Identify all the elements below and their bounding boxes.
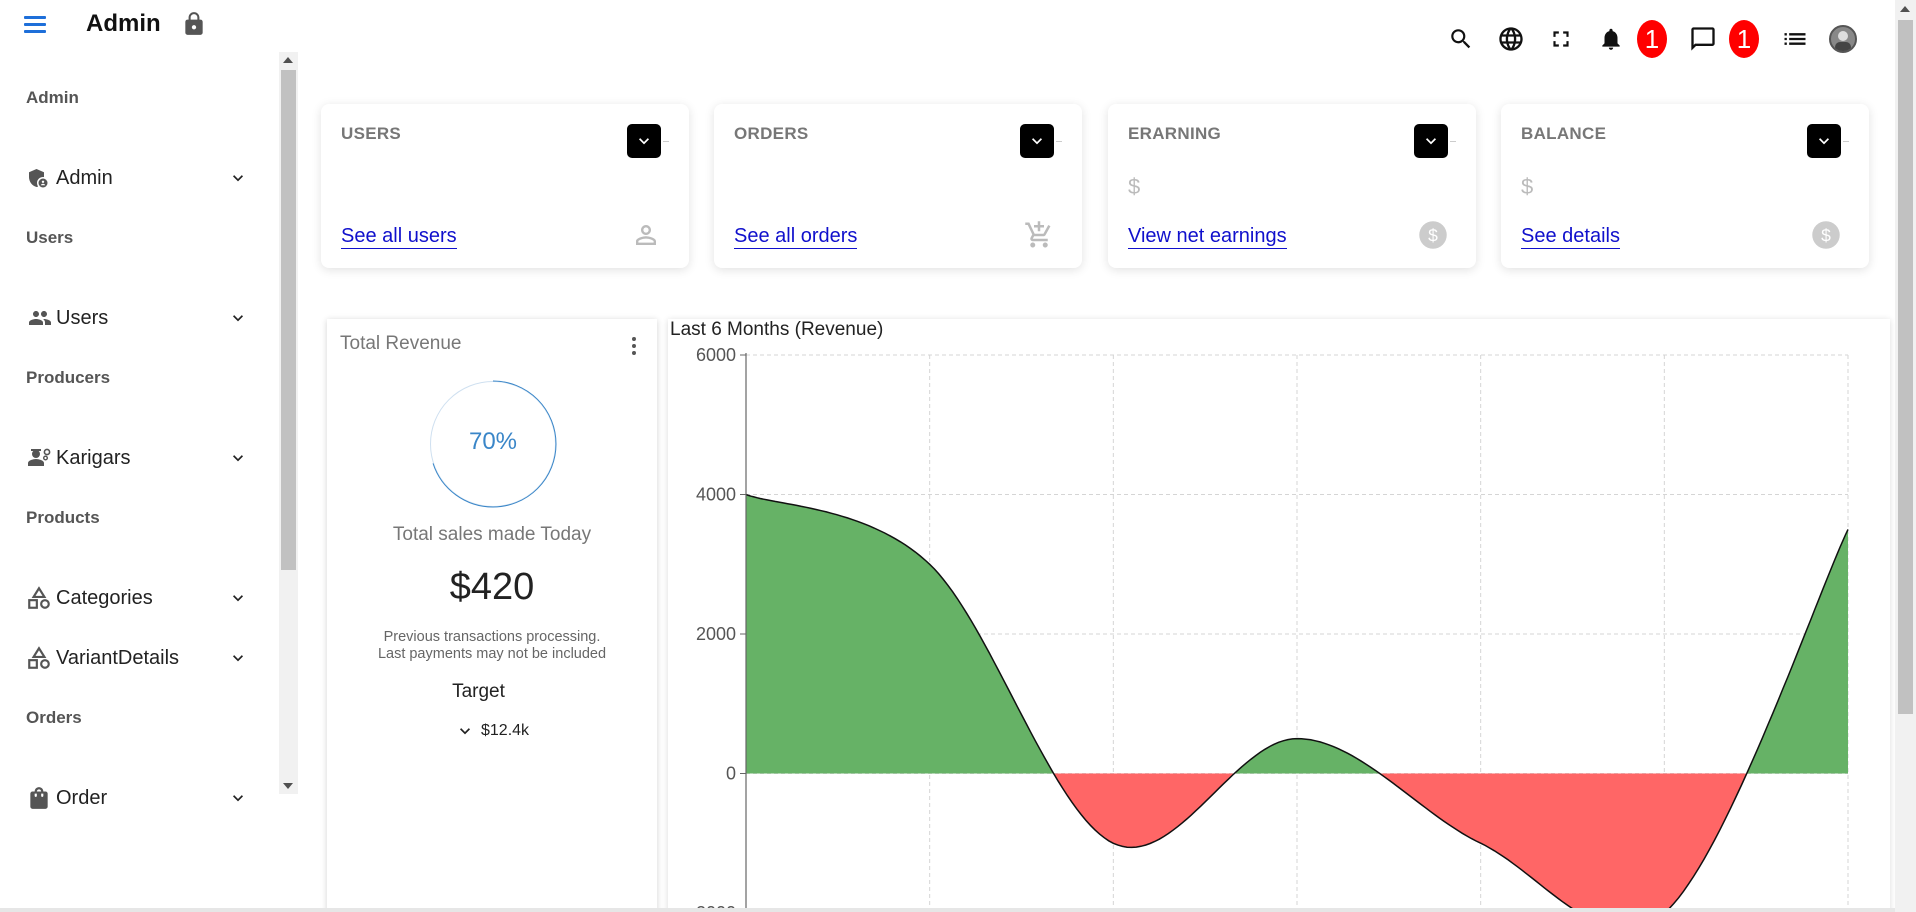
chevron-down-icon <box>233 795 243 802</box>
sidebar-item-label: Order <box>56 786 108 809</box>
target-value: $12.4k <box>481 722 530 739</box>
target-value-row: $12.4k <box>455 721 529 741</box>
page-scroll-thumb[interactable] <box>1898 20 1913 714</box>
chevron-down-icon <box>233 175 243 182</box>
more-vert-icon[interactable] <box>629 335 639 357</box>
card-title: ORDERS <box>734 124 809 143</box>
see-all-orders-link[interactable]: See all orders <box>734 224 858 249</box>
sidebar-item-label: Users <box>56 306 109 329</box>
card-users: USERS See all users <box>321 104 689 268</box>
avatar[interactable] <box>1829 25 1857 53</box>
card-dropdown-button[interactable] <box>627 124 669 158</box>
app-window: Admin 1 1 Admin Admin Users Users Produc… <box>0 0 1916 912</box>
scroll-up-arrow-icon[interactable] <box>283 57 293 63</box>
chevron-down-icon <box>233 455 243 462</box>
sidebar-item-users[interactable]: Users <box>26 298 248 338</box>
revenue-chart-panel: Last 6 Months (Revenue) 6000400020000-20… <box>668 319 1890 912</box>
dollar-icon: $ <box>1419 221 1447 249</box>
y-tick-label: 6000 <box>696 345 736 365</box>
list-icon[interactable] <box>1776 20 1814 58</box>
chat-icon[interactable] <box>1684 20 1722 58</box>
globe-icon[interactable] <box>1492 20 1530 58</box>
scroll-down-arrow-icon[interactable] <box>283 783 293 789</box>
category-icon <box>26 643 56 673</box>
chevron-down-icon <box>1819 138 1829 145</box>
engineering-icon <box>26 443 56 473</box>
sidebar-item-label: Karigars <box>56 446 131 469</box>
revenue-note: Previous transactions processing. Last p… <box>327 629 657 663</box>
sidebar-item-variantdetails[interactable]: VariantDetails <box>26 638 248 678</box>
admin-shield-icon <box>26 163 56 193</box>
chevron-down-icon <box>233 655 243 662</box>
view-net-earnings-link[interactable]: View net earnings <box>1128 224 1287 249</box>
chevron-down-icon <box>1426 138 1436 145</box>
revenue-note-line: Last payments may not be included <box>377 646 607 662</box>
revenue-area-chart: 6000400020000-2000 <box>690 345 1849 912</box>
group-icon <box>26 303 56 333</box>
card-value: $ <box>1521 174 1534 199</box>
card-title: ERARNING <box>1128 124 1222 143</box>
total-revenue-panel: Total Revenue 70% Total sales made Today… <box>327 319 657 912</box>
dollar-icon: $ <box>1812 221 1840 249</box>
sidebar: Admin Admin Users Users Producers Kariga… <box>0 55 279 809</box>
svg-text:$: $ <box>1821 225 1831 245</box>
message-badge: 1 <box>1729 20 1759 58</box>
sidebar-item-admin[interactable]: Admin <box>26 158 248 198</box>
sidebar-item-order[interactable]: Order <box>26 778 248 818</box>
chevron-down-icon <box>639 138 649 145</box>
fullscreen-icon[interactable] <box>1542 20 1580 58</box>
revenue-title: Total Revenue <box>340 333 462 354</box>
sidebar-item-label: Admin <box>56 166 113 189</box>
shopping-bag-icon <box>26 783 56 813</box>
sidebar-section-users: Users <box>26 228 74 247</box>
revenue-subtitle: Total sales made Today <box>392 524 592 545</box>
card-balance: BALANCE $ See details $ <box>1501 104 1869 268</box>
card-dropdown-button[interactable] <box>1020 124 1062 158</box>
card-earning: ERARNING $ View net earnings $ <box>1108 104 1476 268</box>
category-icon <box>26 583 56 613</box>
svg-text:$: $ <box>1428 225 1438 245</box>
progress-label: 70% <box>468 428 518 455</box>
sidebar-scroll-thumb[interactable] <box>281 70 296 570</box>
target-label: Target <box>452 681 505 702</box>
revenue-amount: $420 <box>449 566 535 608</box>
card-title: BALANCE <box>1521 124 1607 143</box>
y-tick-label: 0 <box>726 764 736 784</box>
revenue-note-line: Previous transactions processing. <box>383 629 601 645</box>
sidebar-scrollbar[interactable] <box>279 52 298 794</box>
bell-icon[interactable] <box>1592 20 1630 58</box>
card-value: $ <box>1128 174 1141 199</box>
notification-badge: 1 <box>1637 20 1667 58</box>
search-icon[interactable] <box>1442 20 1480 58</box>
see-all-users-link[interactable]: See all users <box>341 224 457 249</box>
sidebar-section-producers: Producers <box>26 368 111 387</box>
y-tick-label: 4000 <box>696 485 736 505</box>
sidebar-item-label: VariantDetails <box>56 646 180 669</box>
scroll-up-arrow-icon[interactable] <box>1900 6 1910 12</box>
card-dropdown-button[interactable] <box>1414 124 1456 158</box>
card-dropdown-button[interactable] <box>1807 124 1849 158</box>
chevron-down-icon <box>1032 138 1042 145</box>
chevron-down-icon <box>460 728 470 735</box>
sidebar-item-karigars[interactable]: Karigars <box>26 438 248 478</box>
bottom-edge <box>0 908 1895 912</box>
sidebar-section-admin: Admin <box>26 88 79 107</box>
sidebar-section-products: Products <box>26 508 100 527</box>
cart-icon <box>1025 221 1051 248</box>
y-tick-label: 2000 <box>696 624 736 644</box>
card-title: USERS <box>341 124 402 143</box>
person-icon <box>636 225 656 245</box>
chevron-down-icon <box>233 595 243 602</box>
see-details-link[interactable]: See details <box>1521 224 1620 249</box>
sidebar-section-orders: Orders <box>26 708 82 727</box>
card-orders: ORDERS See all orders <box>714 104 1082 268</box>
chevron-down-icon <box>233 315 243 322</box>
sidebar-item-categories[interactable]: Categories <box>26 578 248 618</box>
sidebar-item-label: Categories <box>56 586 153 609</box>
page-scrollbar[interactable] <box>1895 0 1916 912</box>
